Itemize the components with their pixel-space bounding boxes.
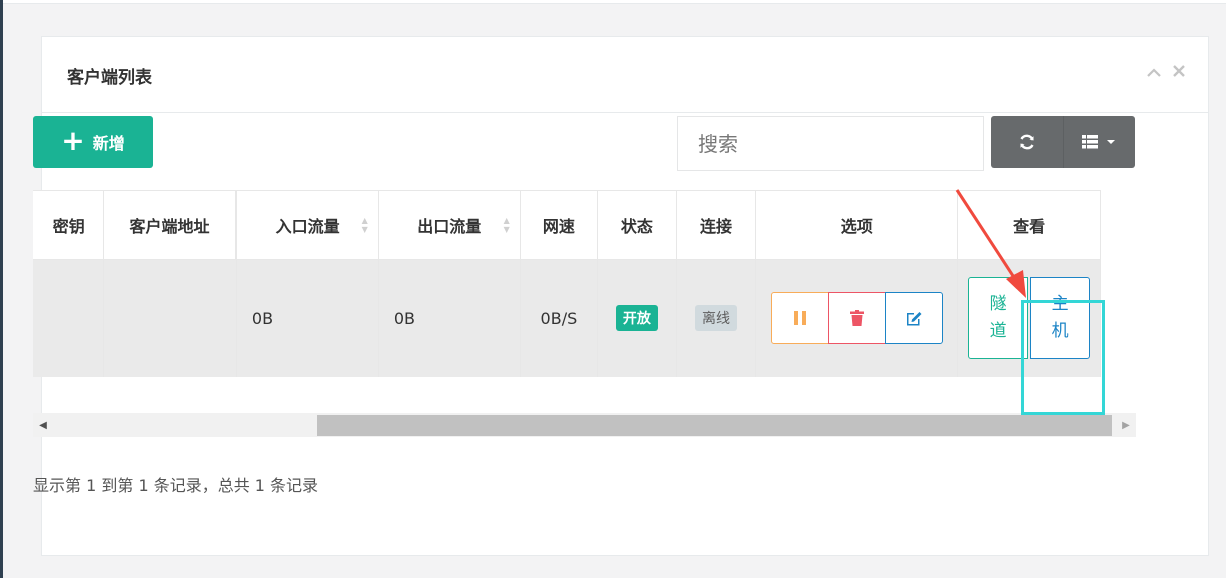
col-header-status: 状态 <box>597 190 677 260</box>
scroll-right-arrow-icon[interactable]: ▶ <box>1116 413 1136 437</box>
cell-options <box>755 259 959 377</box>
cell-outbound: 0B <box>378 259 521 377</box>
close-icon[interactable] <box>1172 63 1186 83</box>
scroll-left-arrow-icon[interactable]: ◀ <box>33 413 53 437</box>
cell-connection: 离线 <box>676 259 757 377</box>
refresh-button[interactable] <box>991 116 1063 168</box>
col-header-inbound[interactable]: 入口流量 ▲ ▼ <box>235 190 379 260</box>
horizontal-scrollbar[interactable]: ◀ ▶ <box>33 413 1136 437</box>
trash-icon <box>849 310 864 327</box>
pagination-info: 显示第 1 到第 1 条记录，总共 1 条记录 <box>33 476 319 495</box>
panel-title: 客户端列表 <box>67 68 152 88</box>
columns-list-icon <box>1082 135 1116 149</box>
edit-button[interactable] <box>884 292 943 345</box>
col-header-connection: 连接 <box>676 190 757 260</box>
cell-key <box>33 259 104 377</box>
table-row: 0B 0B 0B/S 开放 离线 隧 道 主 机 <box>33 259 1101 377</box>
plus-icon: + <box>61 123 85 157</box>
chevron-up-icon[interactable] <box>1146 63 1162 83</box>
edit-icon <box>906 312 922 326</box>
cell-status: 开放 <box>597 259 677 377</box>
columns-toggle-button[interactable] <box>1062 116 1136 168</box>
col-header-client-address[interactable]: 客户端地址 <box>103 190 237 260</box>
top-bar <box>3 0 1226 4</box>
col-header-outbound[interactable]: 出口流量 ▲ ▼ <box>378 190 521 260</box>
connection-badge: 离线 <box>694 305 737 332</box>
cell-view: 隧 道 主 机 <box>957 259 1101 377</box>
view-tunnel-button[interactable]: 隧 道 <box>968 277 1029 360</box>
add-button-label: 新增 <box>92 134 125 153</box>
pause-icon <box>793 311 806 326</box>
col-header-view: 查看 <box>957 190 1101 260</box>
pause-button[interactable] <box>770 292 829 345</box>
delete-button[interactable] <box>827 292 886 345</box>
options-button-group <box>770 292 943 345</box>
sidebar-edge <box>0 0 3 578</box>
table-tools-group <box>991 116 1135 168</box>
cell-speed: 0B/S <box>520 259 599 377</box>
cell-client-address <box>103 259 237 377</box>
view-host-button[interactable]: 主 机 <box>1030 277 1091 360</box>
sort-icon: ▲ ▼ <box>361 216 368 234</box>
client-table: 密钥 客户端地址 入口流量 ▲ ▼ 出口流量 ▲ ▼ 网速 状态 连接 选项 查看 <box>33 190 1101 377</box>
col-header-speed: 网速 <box>520 190 599 260</box>
col-header-key[interactable]: 密钥 <box>33 190 104 260</box>
cell-inbound: 0B <box>236 259 379 377</box>
panel-tools <box>1146 63 1186 83</box>
table-viewport: 密钥 客户端地址 入口流量 ▲ ▼ 出口流量 ▲ ▼ 网速 状态 连接 选项 查看 <box>33 190 1136 402</box>
table-header-row: 密钥 客户端地址 入口流量 ▲ ▼ 出口流量 ▲ ▼ 网速 状态 连接 选项 查看 <box>33 190 1101 260</box>
add-button[interactable]: + 新增 <box>33 116 153 168</box>
col-header-options: 选项 <box>755 190 959 260</box>
status-badge: 开放 <box>615 305 658 332</box>
panel-header: 客户端列表 <box>42 37 1208 113</box>
refresh-icon <box>1020 134 1034 150</box>
sort-icon: ▲ ▼ <box>503 216 510 234</box>
scroll-thumb[interactable] <box>317 415 1112 436</box>
search-input[interactable] <box>677 116 984 171</box>
